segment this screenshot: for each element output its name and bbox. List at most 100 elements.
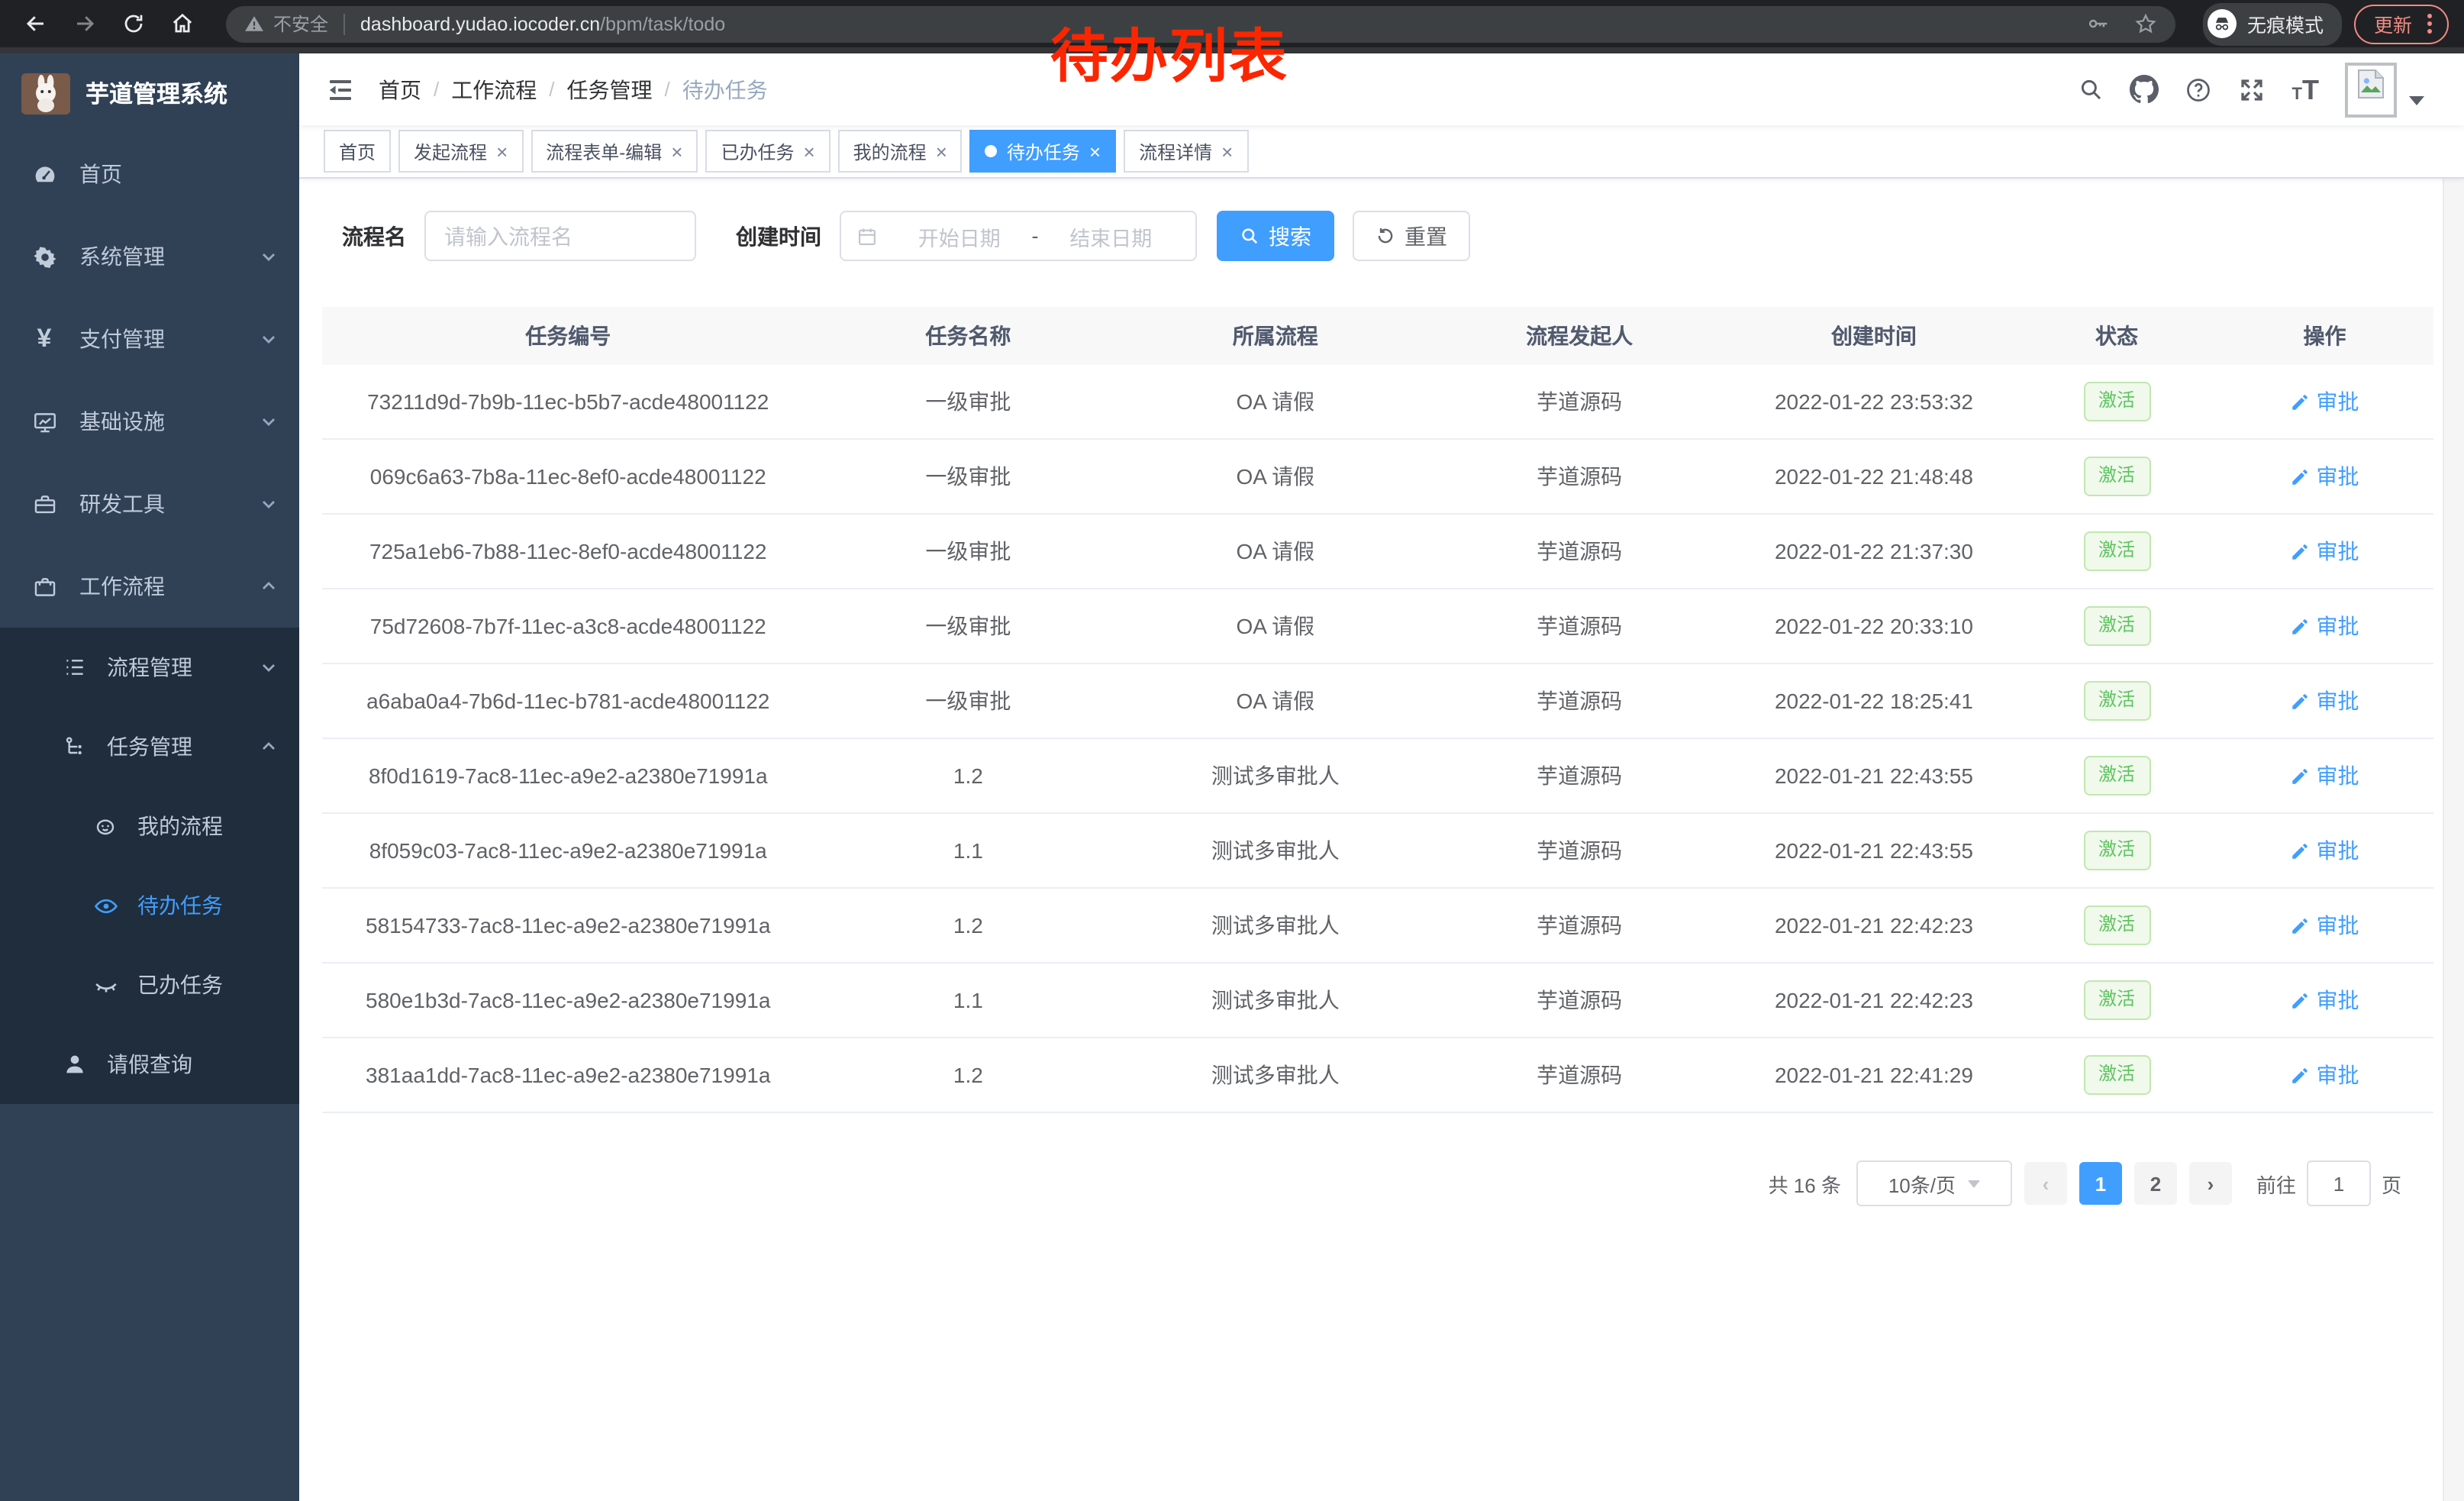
close-icon[interactable]: × (1221, 141, 1233, 161)
prev-page-button[interactable]: ‹ (2024, 1162, 2067, 1205)
sidebar-item-payment[interactable]: ¥ 支付管理 (0, 298, 299, 380)
close-icon[interactable]: × (671, 141, 682, 161)
browser-update-button[interactable]: 更新 (2354, 4, 2449, 44)
task-id-cell: 725a1eb6-7b88-11ec-8ef0-acde48001122 (322, 514, 814, 589)
sidebar-item-task-mgmt[interactable]: 任务管理 (0, 707, 299, 786)
task-id-cell: 58154733-7ac8-11ec-a9e2-a2380e71991a (322, 888, 814, 963)
approve-link[interactable]: 审批 (2291, 611, 2359, 641)
tab-home[interactable]: 首页 (324, 130, 391, 173)
breadcrumb-item[interactable]: 工作流程 (451, 74, 537, 105)
approve-link[interactable]: 审批 (2291, 910, 2359, 941)
tab-form-edit[interactable]: 流程表单-编辑× (531, 130, 698, 173)
sidebar-item-leave-query[interactable]: 请假查询 (0, 1025, 299, 1104)
tab-my-process[interactable]: 我的流程× (838, 130, 963, 173)
page-scrollbar[interactable] (2443, 125, 2464, 1501)
page-button-1[interactable]: 1 (2079, 1162, 2122, 1205)
sidebar-item-label: 工作流程 (79, 571, 165, 602)
approve-link[interactable]: 审批 (2291, 686, 2359, 716)
sidebar-item-workflow[interactable]: 工作流程 (0, 545, 299, 628)
help-icon[interactable] (2185, 76, 2213, 103)
approve-link[interactable]: 审批 (2291, 536, 2359, 567)
start-date-placeholder: 开始日期 (890, 221, 1029, 251)
page-size-select[interactable]: 10条/页 (1856, 1160, 2012, 1206)
approve-label: 审批 (2317, 760, 2359, 791)
goto-page-input[interactable]: 1 (2307, 1160, 2371, 1206)
table-row: 58154733-7ac8-11ec-a9e2-a2380e71991a 1.2… (322, 888, 2433, 963)
tab-start-process[interactable]: 发起流程× (398, 130, 523, 173)
tab-done-task[interactable]: 已办任务 × (705, 130, 830, 173)
approve-link[interactable]: 审批 (2291, 985, 2359, 1015)
sidebar-collapse-icon[interactable] (324, 73, 357, 106)
sidebar-item-devtools[interactable]: 研发工具 (0, 463, 299, 545)
monitor-icon (31, 408, 58, 434)
status-badge: 激活 (2083, 980, 2150, 1020)
created-cell: 2022-01-22 21:37:30 (1730, 514, 2017, 589)
url-bar[interactable]: 不安全 dashboard.yudao.iocoder.cn/bpm/task/… (226, 5, 2175, 42)
toolbox-icon (31, 491, 58, 517)
edit-pencil-icon (2291, 766, 2311, 786)
task-id-cell: 75d72608-7b7f-11ec-a3c8-acde48001122 (322, 589, 814, 663)
approve-link[interactable]: 审批 (2291, 760, 2359, 791)
browser-home-button[interactable] (162, 4, 202, 44)
process-name-input[interactable]: 请输入流程名 (424, 211, 696, 261)
close-icon[interactable]: × (803, 141, 814, 161)
sidebar-item-process-mgmt[interactable]: 流程管理 (0, 628, 299, 707)
sidebar-item-done-task[interactable]: 已办任务 (0, 945, 299, 1025)
briefcase-icon (31, 573, 58, 599)
created-cell: 2022-01-21 22:41:29 (1730, 1038, 2017, 1112)
close-icon[interactable]: × (1089, 141, 1101, 161)
browser-forward-button[interactable] (64, 4, 104, 44)
fullscreen-icon[interactable] (2239, 76, 2266, 103)
search-button[interactable]: 搜索 (1217, 211, 1334, 261)
approve-link[interactable]: 审批 (2291, 461, 2359, 492)
font-size-icon[interactable]: TT (2292, 76, 2319, 103)
search-icon[interactable] (2079, 76, 2104, 102)
browser-menu-icon[interactable] (2424, 11, 2435, 37)
date-range-input[interactable]: 开始日期 - 结束日期 (840, 211, 1197, 261)
breadcrumb-item[interactable]: 首页 (379, 74, 421, 105)
gear-icon (31, 244, 58, 270)
main-area: 首页 / 工作流程 / 任务管理 / 待办任务 (299, 53, 2464, 1501)
pagination: 共 16 条 10条/页 ‹ 1 2 › 前往 1 页 (299, 1160, 2401, 1206)
dashboard-icon (31, 161, 58, 187)
task-id-cell: 73211d9d-7b9b-11ec-b5b7-acde48001122 (322, 365, 814, 439)
password-key-icon[interactable] (2087, 12, 2110, 35)
sidebar-item-todo-task[interactable]: 待办任务 (0, 866, 299, 945)
task-id-cell: a6aba0a4-7b6d-11ec-b781-acde48001122 (322, 663, 814, 738)
process-cell: 测试多审批人 (1122, 738, 1428, 813)
sidebar-item-home[interactable]: 首页 (0, 133, 299, 215)
app-logo[interactable]: 芋道管理系统 (0, 53, 299, 133)
status-cell: 激活 (2017, 514, 2216, 589)
sidebar-item-system[interactable]: 系统管理 (0, 215, 299, 298)
reset-button[interactable]: 重置 (1353, 211, 1470, 261)
col-task-id: 任务编号 (322, 307, 814, 365)
tab-label: 已办任务 (721, 138, 794, 164)
approve-link[interactable]: 审批 (2291, 386, 2359, 417)
approve-link[interactable]: 审批 (2291, 1060, 2359, 1090)
approve-link[interactable]: 审批 (2291, 835, 2359, 866)
breadcrumb-item[interactable]: 任务管理 (567, 74, 653, 105)
close-icon[interactable]: × (496, 141, 508, 161)
process-cell: OA 请假 (1122, 663, 1428, 738)
tab-process-detail[interactable]: 流程详情 × (1124, 130, 1248, 173)
back-arrow-icon (24, 12, 47, 35)
page-button-2[interactable]: 2 (2134, 1162, 2177, 1205)
process-name-label: 流程名 (342, 221, 406, 251)
sidebar-item-label: 基础设施 (79, 406, 165, 437)
sidebar-item-my-process[interactable]: 我的流程 (0, 786, 299, 866)
user-menu[interactable] (2345, 62, 2424, 117)
table-row: a6aba0a4-7b6d-11ec-b781-acde48001122 一级审… (322, 663, 2433, 738)
next-page-button[interactable]: › (2189, 1162, 2232, 1205)
process-cell: OA 请假 (1122, 365, 1428, 439)
bookmark-star-icon[interactable] (2134, 12, 2157, 35)
sidebar-item-infra[interactable]: 基础设施 (0, 380, 299, 463)
chevron-down-icon (260, 658, 278, 676)
close-icon[interactable]: × (936, 141, 947, 161)
tab-todo-task[interactable]: 待办任务× (970, 130, 1116, 173)
security-label: 不安全 (273, 11, 328, 37)
tab-label: 流程详情 (1139, 138, 1212, 164)
github-icon[interactable] (2130, 75, 2159, 104)
browser-back-button[interactable] (15, 4, 55, 44)
browser-reload-button[interactable] (113, 4, 153, 44)
avatar[interactable] (2345, 62, 2397, 117)
